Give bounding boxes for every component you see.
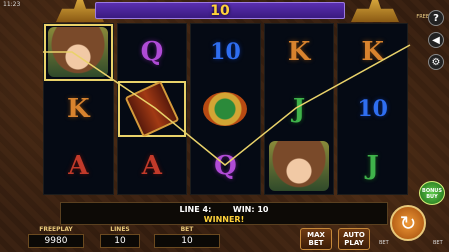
symbol-a: A xyxy=(141,150,162,181)
symbol-a: A xyxy=(68,150,89,181)
sound-icon[interactable]: ◀ xyxy=(428,32,444,48)
bet-box: BET 10 xyxy=(154,226,220,250)
symbol-j: J xyxy=(366,150,379,181)
temple-ornament-right xyxy=(351,0,399,22)
auto-play-button[interactable]: AUTO PLAY xyxy=(338,228,370,250)
help-button[interactable]: ? xyxy=(428,10,444,26)
symbol-10: 10 xyxy=(210,39,241,66)
reel-5: K 10 J xyxy=(337,23,408,195)
bonus-buy-button[interactable]: BONUS BUY xyxy=(419,181,445,205)
reel-grid: K A Q A 10 Q K J K 10 J xyxy=(43,23,408,195)
bet-value: 10 xyxy=(154,234,220,248)
freeplay-balance: FREEPLAY 9980 xyxy=(28,226,84,250)
win-label: WIN: 10 xyxy=(232,205,269,214)
bet-increase-button[interactable]: BET xyxy=(433,240,443,246)
lines-label: LINES xyxy=(110,226,130,233)
symbol-k: K xyxy=(361,37,384,68)
symbol-woman xyxy=(44,24,113,81)
win-line-info: LINE 4: WIN: 10 xyxy=(61,205,387,214)
symbol-q: Q xyxy=(140,37,164,68)
max-bet-button[interactable]: MAX BET xyxy=(300,228,332,250)
symbol-k: K xyxy=(66,94,90,124)
symbol-10: 10 xyxy=(357,96,388,122)
symbol-k: K xyxy=(287,37,311,68)
lines-box: LINES 10 xyxy=(100,226,140,250)
win-amount: 10 xyxy=(210,2,230,19)
freeplay-label: FREEPLAY xyxy=(39,226,73,233)
lines-value: 10 xyxy=(100,234,140,248)
bet-label: BET xyxy=(180,226,194,233)
symbol-book xyxy=(117,80,187,138)
symbol-j: J xyxy=(292,94,306,124)
bet-decrease-button[interactable]: BET xyxy=(379,240,389,246)
reel-2: Q A xyxy=(116,23,188,195)
winner-text: WINNER! xyxy=(203,215,245,224)
line-label: LINE 4: xyxy=(179,205,212,214)
settings-icon[interactable]: ⚙ xyxy=(428,54,444,70)
message-bar: LINE 4: WIN: 10 WINNER! xyxy=(60,202,388,225)
spin-button[interactable]: ↻ xyxy=(390,205,426,241)
win-display: 10 xyxy=(95,2,345,19)
symbol-mask xyxy=(191,81,260,138)
freeplay-value: 9980 xyxy=(28,234,84,248)
reel-3: 10 Q xyxy=(190,23,261,195)
symbol-q: Q xyxy=(214,150,237,181)
symbol-woman xyxy=(265,137,334,194)
top-banner: 10 FREEPLAY xyxy=(0,0,449,22)
reel-1: K A xyxy=(43,23,114,195)
reel-4: K J xyxy=(263,23,335,195)
